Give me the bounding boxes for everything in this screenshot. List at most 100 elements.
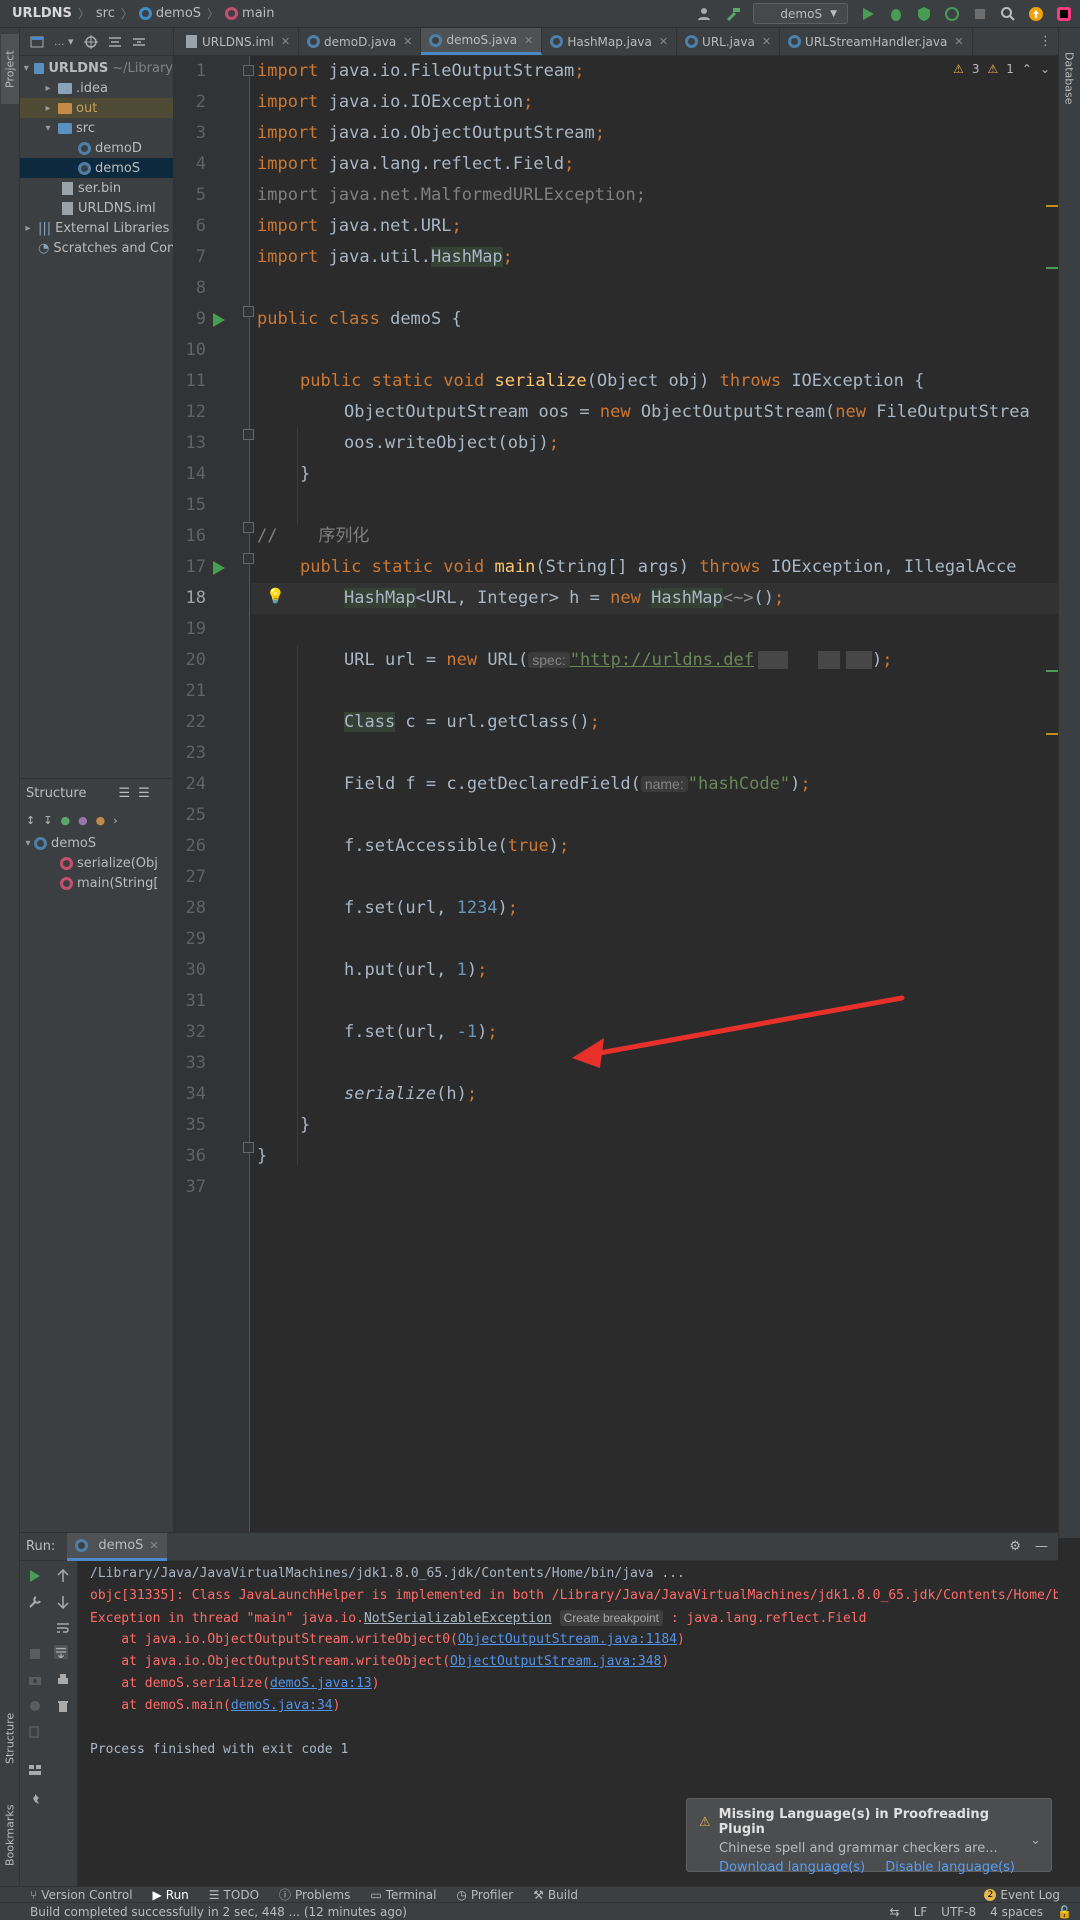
bookmarks-tool-tab[interactable]: Bookmarks <box>1 1790 19 1880</box>
code-editor[interactable]: ⚠ 3 ⚠ 1 ⌃ ⌄ 1 2 3 4 5 6 7 8 9 10 11 12 13 14 15 16 17 18 19 2… <box>174 56 1058 1532</box>
memory-indicator-icon[interactable]: ⇆ <box>890 1905 900 1919</box>
pin-icon[interactable] <box>28 1793 42 1807</box>
profiler-tool[interactable]: ◷ Profiler <box>456 1888 513 1902</box>
stop-icon[interactable] <box>28 1647 42 1661</box>
user-icon[interactable] <box>697 6 713 22</box>
breadcrumb-project[interactable]: URLDNS <box>12 6 72 21</box>
disable-language-link[interactable]: Disable language(s) <box>885 1860 1015 1875</box>
indent-setting[interactable]: 4 spaces <box>990 1905 1043 1919</box>
camera-icon[interactable] <box>28 1673 42 1687</box>
run-icon[interactable] <box>860 6 876 22</box>
wrench-icon[interactable] <box>28 1595 42 1609</box>
problems-tool[interactable]: ⓘ Problems <box>279 1886 350 1903</box>
exception-link[interactable]: NotSerializableException <box>364 1611 552 1626</box>
layout-icon[interactable] <box>28 1763 42 1777</box>
run-class-icon[interactable] <box>213 313 225 327</box>
tree-item-urldns-iml[interactable]: URLDNS.iml <box>20 198 173 218</box>
structure-tool-tab[interactable]: Structure <box>1 1696 19 1780</box>
view-mode-icon[interactable] <box>30 35 44 49</box>
expand-icon[interactable]: ☰ <box>118 786 130 801</box>
tab-demod[interactable]: demoD.java ✕ <box>299 28 422 55</box>
tab-demos[interactable]: demoS.java ✕ <box>421 28 543 55</box>
create-breakpoint-chip[interactable]: Create breakpoint <box>559 1610 663 1626</box>
soft-wrap-icon[interactable] <box>56 1621 70 1635</box>
profile-icon[interactable] <box>944 6 960 22</box>
gear-icon[interactable]: ⚙ <box>1009 1539 1021 1554</box>
todo-tool[interactable]: ☰ TODO <box>209 1888 259 1902</box>
ide-logo-icon[interactable] <box>1056 6 1072 22</box>
close-icon[interactable]: ✕ <box>954 35 963 48</box>
stacktrace-link[interactable]: demoS.java:34 <box>231 1698 333 1713</box>
sort-visibility-icon[interactable]: ↧ <box>43 814 52 827</box>
debug-icon[interactable] <box>888 6 904 22</box>
line-separator[interactable]: LF <box>914 1905 928 1919</box>
tree-item-ser-bin[interactable]: ser.bin <box>20 178 173 198</box>
fold-icon[interactable] <box>243 65 254 76</box>
fold-icon[interactable] <box>243 429 254 440</box>
status-message[interactable]: Build completed successfully in 2 sec, 4… <box>30 1905 407 1919</box>
stop-icon[interactable] <box>972 6 988 22</box>
tree-item-demos[interactable]: demoS <box>20 158 173 178</box>
print-icon[interactable] <box>56 1673 70 1687</box>
tree-item-scratches[interactable]: ◔ Scratches and Con <box>20 238 173 258</box>
tab-url[interactable]: URL.java ✕ <box>677 28 781 55</box>
project-tool-tab[interactable]: Project <box>1 34 19 104</box>
tabs-menu-icon[interactable]: ⋮ <box>1033 28 1058 55</box>
chevron-down-icon[interactable]: ⌄ <box>1040 62 1050 76</box>
chevron-up-icon[interactable]: ⌃ <box>1022 62 1032 76</box>
stacktrace-link[interactable]: ObjectOutputStream.java:1184 <box>458 1632 677 1647</box>
fold-icon[interactable] <box>243 1142 254 1153</box>
chevron-down-icon[interactable]: ⌄ <box>1030 1833 1041 1848</box>
scroll-down-icon[interactable] <box>56 1595 70 1609</box>
tree-item-urldns[interactable]: ▾ URLDNS ~/Library <box>20 58 173 78</box>
console-output[interactable]: /Library/Java/JavaVirtualMachines/jdk1.8… <box>90 1563 1058 1761</box>
collapse-all-icon[interactable] <box>132 35 146 49</box>
fold-icon[interactable] <box>243 306 254 317</box>
tree-item-demod[interactable]: demoD <box>20 138 173 158</box>
fields-icon[interactable]: ● <box>96 814 106 827</box>
close-icon[interactable]: ✕ <box>149 1539 158 1552</box>
close-icon[interactable]: ✕ <box>762 35 771 48</box>
tab-urlstreamhandler[interactable]: URLStreamHandler.java ✕ <box>780 28 973 55</box>
run-tab-demos[interactable]: demoS ✕ <box>67 1532 167 1561</box>
fold-icon[interactable] <box>243 522 254 533</box>
stacktrace-link[interactable]: demoS.java:13 <box>270 1676 372 1691</box>
tree-item-idea[interactable]: ▸ .idea <box>20 78 173 98</box>
coverage-icon[interactable] <box>916 6 932 22</box>
terminal-tool[interactable]: ▭ Terminal <box>370 1888 436 1902</box>
exit-icon[interactable] <box>28 1725 42 1739</box>
tree-item-external-libraries[interactable]: ▸ ||| External Libraries <box>20 218 173 238</box>
version-control-tool[interactable]: ⑂ Version Control <box>30 1888 133 1902</box>
locate-icon[interactable] <box>83 34 98 49</box>
scroll-up-icon[interactable] <box>56 1569 70 1583</box>
lock-icon[interactable]: 🔓 <box>1057 1905 1072 1919</box>
run-main-icon[interactable] <box>213 561 225 575</box>
expand-all-icon[interactable] <box>108 35 122 49</box>
fold-icon[interactable] <box>243 553 254 564</box>
structure-item-serialize[interactable]: serialize(Obj <box>20 853 173 873</box>
minimize-icon[interactable]: — <box>1035 1539 1048 1554</box>
breadcrumb-class[interactable]: demoS <box>156 6 201 21</box>
structure-item-main[interactable]: main(String[ <box>20 873 173 893</box>
file-encoding[interactable]: UTF-8 <box>941 1905 976 1919</box>
breadcrumb-src[interactable]: src <box>96 6 115 21</box>
close-icon[interactable]: ✕ <box>524 34 533 47</box>
sort-alpha-icon[interactable]: ↕ <box>26 814 35 827</box>
stacktrace-link[interactable]: ObjectOutputStream.java:348 <box>450 1654 661 1669</box>
rerun-icon[interactable] <box>28 1569 42 1583</box>
structure-item-class[interactable]: ▾ demoS <box>20 833 173 853</box>
dump-threads-icon[interactable] <box>28 1699 42 1713</box>
run-configuration-select[interactable]: demoS ▼ <box>753 3 848 24</box>
database-tool-tab[interactable]: Database <box>1060 38 1078 118</box>
scroll-to-end-icon[interactable] <box>54 1645 68 1659</box>
view-mode-dropdown[interactable]: ... ▾ <box>54 35 74 48</box>
update-icon[interactable] <box>1028 6 1044 22</box>
close-icon[interactable]: ✕ <box>403 35 412 48</box>
trash-icon[interactable] <box>56 1699 70 1713</box>
lightbulb-icon[interactable]: 💡 <box>266 587 285 605</box>
tree-item-out[interactable]: ▸ out <box>20 98 173 118</box>
inspection-widget[interactable]: ⚠ 3 ⚠ 1 ⌃ ⌄ <box>953 62 1050 76</box>
close-icon[interactable]: ✕ <box>659 35 668 48</box>
build-tool[interactable]: ⚒ Build <box>533 1888 578 1902</box>
collapse-icon[interactable]: ☰ <box>138 786 150 801</box>
